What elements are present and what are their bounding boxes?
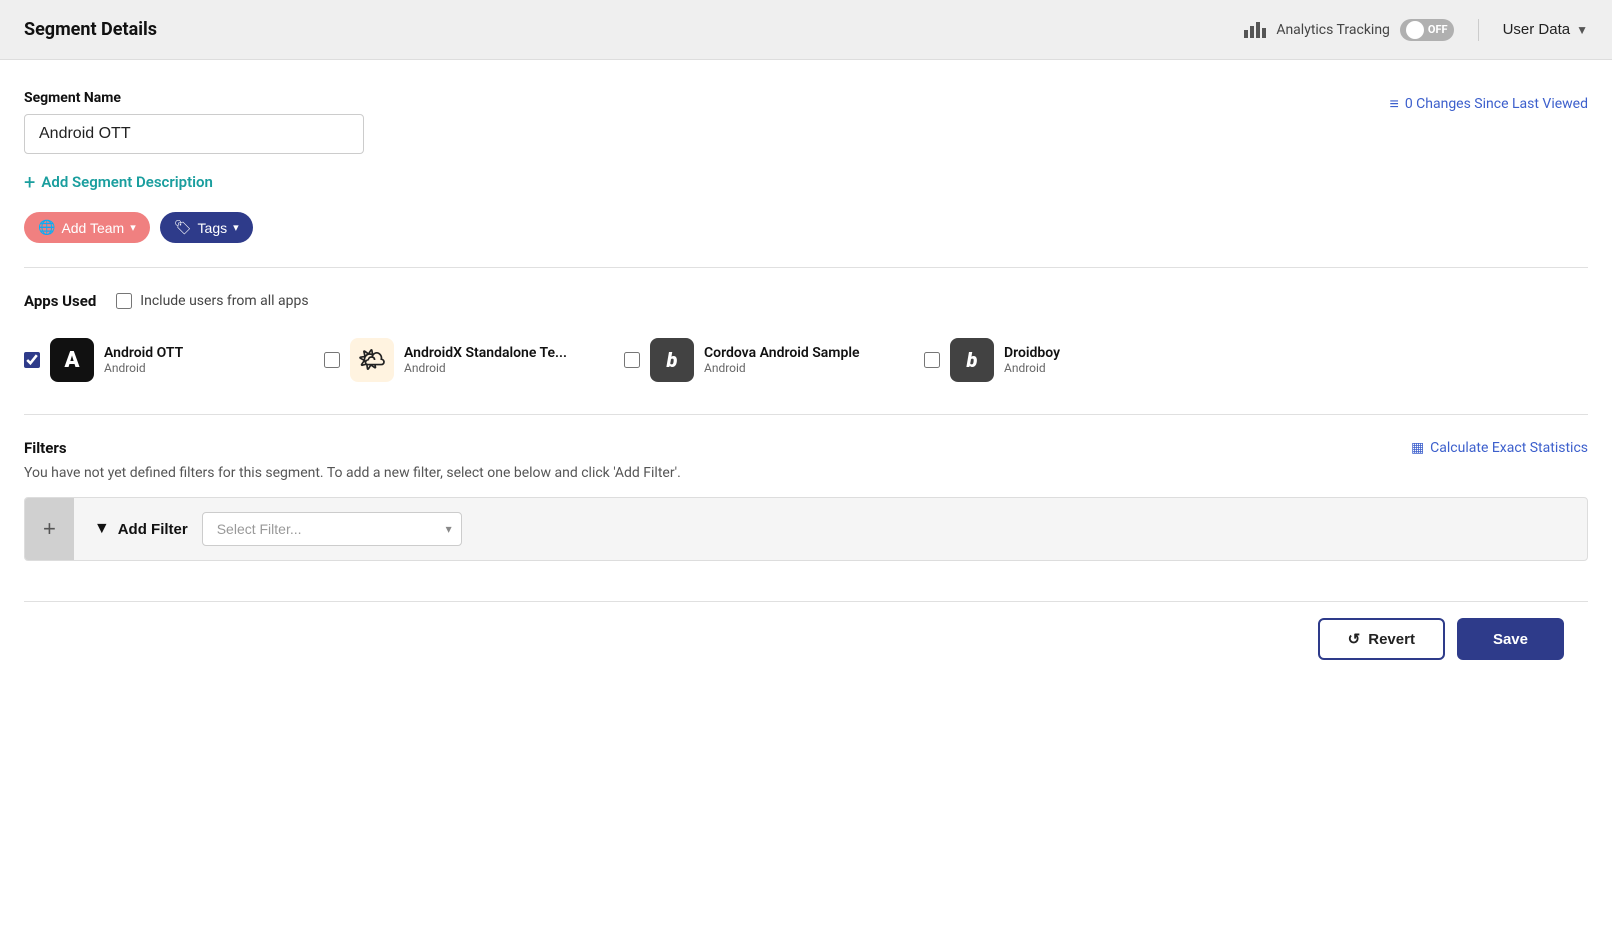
filter-select[interactable]: Select Filter... Last Used App Country C… xyxy=(202,512,462,546)
add-filter-label: Add Filter xyxy=(118,521,188,538)
user-data-label: User Data xyxy=(1503,21,1571,38)
add-team-button[interactable]: 🌐 Add Team ▾ xyxy=(24,212,150,243)
app-item-android-ott: A Android OTT Android xyxy=(24,330,324,390)
add-description-label: Add Segment Description xyxy=(41,173,213,191)
app-info-droidboy: Droidboy Android xyxy=(1004,345,1060,375)
apps-used-header: Apps Used Include users from all apps xyxy=(24,292,1588,310)
segment-name-input[interactable] xyxy=(24,114,364,154)
app-platform-droidboy: Android xyxy=(1004,361,1060,375)
app-item-cordova: b Cordova Android Sample Android xyxy=(624,330,924,390)
tags-label: Tags xyxy=(198,220,228,236)
app-icon-androidx: 🌤 xyxy=(350,338,394,382)
filters-description: You have not yet defined filters for thi… xyxy=(24,465,1588,481)
segment-name-left: Segment Name xyxy=(24,90,364,154)
app-name-cordova: Cordova Android Sample xyxy=(704,345,860,361)
app-checkbox-android-ott[interactable] xyxy=(24,352,40,368)
calculate-exact-statistics-link[interactable]: ▦ Calculate Exact Statistics xyxy=(1411,440,1588,456)
bottom-bar: ↺ Revert Save xyxy=(24,601,1588,676)
app-icon-cordova: b xyxy=(650,338,694,382)
apps-grid: A Android OTT Android 🌤 AndroidX Standal… xyxy=(24,330,1588,390)
chevron-down-icon: ▾ xyxy=(130,221,136,234)
include-all-apps-label[interactable]: Include users from all apps xyxy=(116,293,308,309)
app-icon-droidboy: b xyxy=(950,338,994,382)
funnel-icon: ▼ xyxy=(94,520,110,538)
divider-1 xyxy=(24,267,1588,268)
bar-chart-icon xyxy=(1244,22,1266,38)
filter-select-wrap: Select Filter... Last Used App Country C… xyxy=(202,512,462,546)
grid-icon: ▦ xyxy=(1411,440,1424,456)
globe-icon: 🌐 xyxy=(38,219,55,236)
app-info-android-ott: Android OTT Android xyxy=(104,345,183,375)
header-right: Analytics Tracking OFF User Data ▼ xyxy=(1244,19,1588,41)
include-all-checkbox[interactable] xyxy=(116,293,132,309)
changes-since-last-viewed-link[interactable]: ≡ 0 Changes Since Last Viewed xyxy=(1389,94,1588,114)
toggle-circle xyxy=(1406,21,1424,39)
app-info-androidx: AndroidX Standalone Te... Android xyxy=(404,345,567,375)
button-row: 🌐 Add Team ▾ 🏷 Tags ▾ xyxy=(24,212,1588,243)
app-platform-android-ott: Android xyxy=(104,361,183,375)
toggle-state: OFF xyxy=(1428,23,1448,36)
add-segment-description[interactable]: + Add Segment Description xyxy=(24,172,1588,192)
list-icon: ≡ xyxy=(1389,94,1398,114)
filters-title: Filters xyxy=(24,439,67,457)
filters-header: Filters ▦ Calculate Exact Statistics xyxy=(24,439,1588,457)
filter-inner: ▼ Add Filter Select Filter... Last Used … xyxy=(74,498,1587,560)
plus-icon: + xyxy=(24,172,35,192)
chevron-down-icon: ▼ xyxy=(1576,23,1588,37)
app-icon-android-ott: A xyxy=(50,338,94,382)
apps-used-title: Apps Used xyxy=(24,292,96,310)
changes-label: 0 Changes Since Last Viewed xyxy=(1405,96,1588,112)
add-team-label: Add Team xyxy=(61,220,124,236)
divider-2 xyxy=(24,414,1588,415)
chevron-down-icon: ▾ xyxy=(233,221,239,234)
app-name-droidboy: Droidboy xyxy=(1004,345,1060,361)
filters-section: Filters ▦ Calculate Exact Statistics You… xyxy=(24,439,1588,561)
user-data-button[interactable]: User Data ▼ xyxy=(1503,21,1588,38)
app-name-androidx: AndroidX Standalone Te... xyxy=(404,345,567,361)
page-title: Segment Details xyxy=(24,19,1244,40)
app-item-androidx: 🌤 AndroidX Standalone Te... Android xyxy=(324,330,624,390)
main-content: Segment Name ≡ 0 Changes Since Last View… xyxy=(0,60,1612,948)
app-checkbox-androidx[interactable] xyxy=(324,352,340,368)
filter-row: + ▼ Add Filter Select Filter... Last Use… xyxy=(24,497,1588,561)
revert-label: Revert xyxy=(1368,631,1415,648)
app-platform-androidx: Android xyxy=(404,361,567,375)
app-platform-cordova: Android xyxy=(704,361,860,375)
add-filter-button[interactable]: ▼ Add Filter xyxy=(94,520,188,538)
segment-name-label: Segment Name xyxy=(24,90,364,106)
apps-used-section: Apps Used Include users from all apps A … xyxy=(24,292,1588,390)
segment-name-section: Segment Name ≡ 0 Changes Since Last View… xyxy=(24,90,1588,154)
app-checkbox-cordova[interactable] xyxy=(624,352,640,368)
revert-icon: ↺ xyxy=(1348,630,1361,648)
app-item-droidboy: b Droidboy Android xyxy=(924,330,1224,390)
app-info-cordova: Cordova Android Sample Android xyxy=(704,345,860,375)
tag-icon: 🏷 xyxy=(174,219,192,236)
save-label: Save xyxy=(1493,631,1528,648)
analytics-section: Analytics Tracking OFF xyxy=(1244,19,1478,41)
revert-button[interactable]: ↺ Revert xyxy=(1318,618,1445,660)
header: Segment Details Analytics Tracking OFF U… xyxy=(0,0,1612,60)
app-name-android-ott: Android OTT xyxy=(104,345,183,361)
app-checkbox-droidboy[interactable] xyxy=(924,352,940,368)
save-button[interactable]: Save xyxy=(1457,618,1564,660)
calc-stats-label: Calculate Exact Statistics xyxy=(1430,440,1588,456)
include-all-label: Include users from all apps xyxy=(140,293,308,309)
filter-plus-button[interactable]: + xyxy=(25,498,74,560)
analytics-toggle[interactable]: OFF xyxy=(1400,19,1454,41)
tags-button[interactable]: 🏷 Tags ▾ xyxy=(160,212,253,243)
analytics-label: Analytics Tracking xyxy=(1276,22,1390,38)
